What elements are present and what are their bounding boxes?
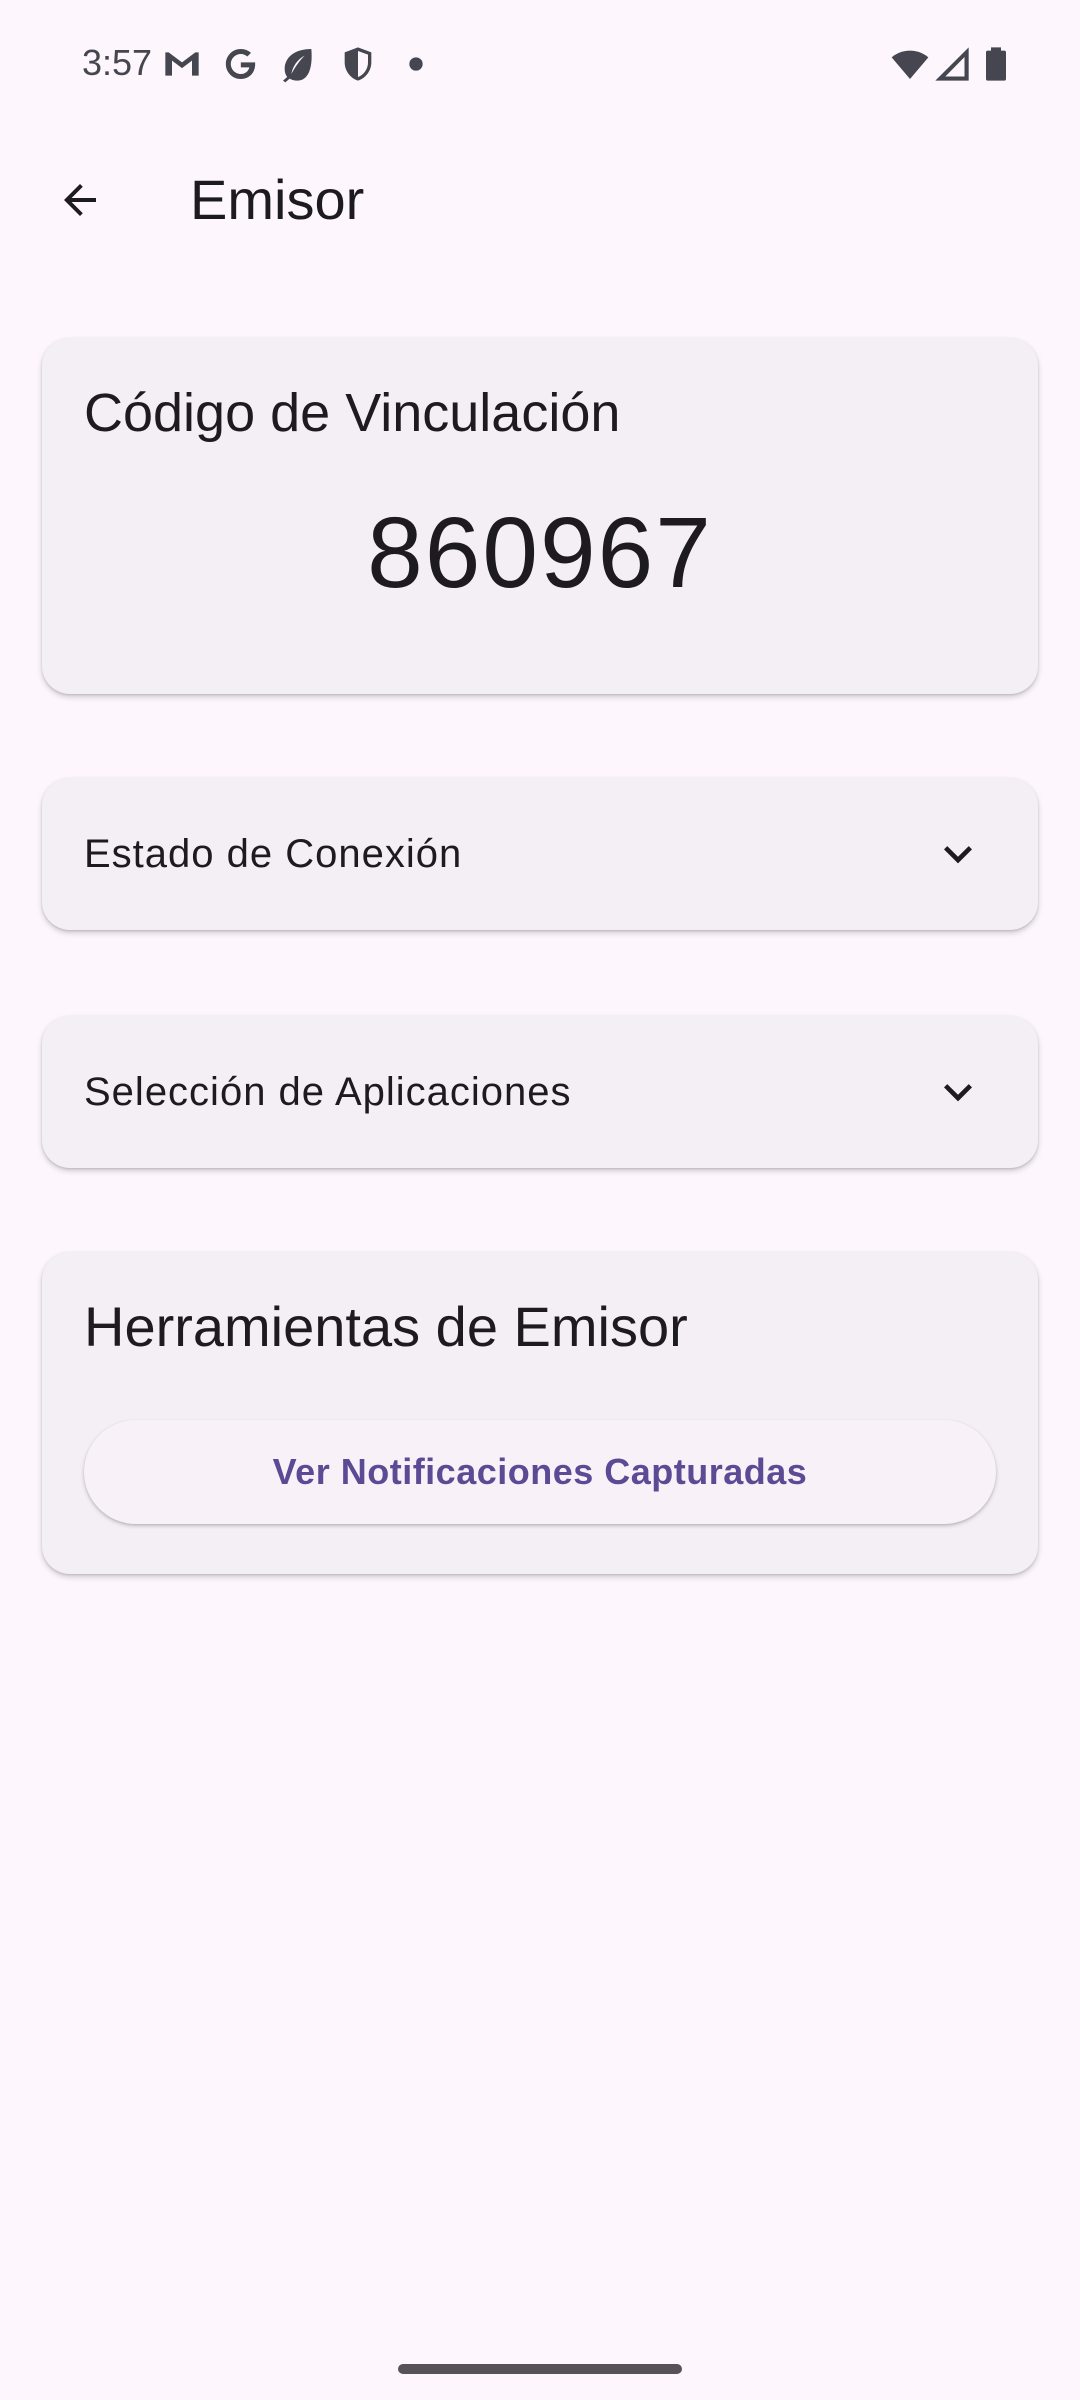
dot-icon — [396, 44, 436, 84]
arrow-back-icon — [64, 184, 96, 216]
chevron-down-icon — [930, 826, 986, 882]
gmail-icon — [162, 44, 202, 84]
google-icon — [220, 44, 260, 84]
link-code-card: Código de Vinculación 860967 — [42, 338, 1038, 694]
link-code-title: Código de Vinculación — [84, 383, 621, 443]
leaf-icon — [278, 44, 318, 84]
wifi-icon — [890, 44, 930, 84]
emitter-tools-card: Herramientas de Emisor Ver Notificacione… — [42, 1252, 1038, 1574]
connection-status-label: Estado de Conexión — [84, 832, 463, 876]
link-code-value: 860967 — [367, 497, 713, 609]
gesture-nav-bar[interactable] — [398, 2364, 682, 2374]
app-selection-expander[interactable]: Selección de Aplicaciones — [42, 1016, 1038, 1168]
status-time: 3:57 — [82, 42, 153, 83]
status-bar: 3:57 — [0, 0, 1080, 128]
page-title: Emisor — [190, 168, 365, 231]
chevron-down-icon — [930, 1064, 986, 1120]
connection-status-expander[interactable]: Estado de Conexión — [42, 778, 1038, 930]
battery-icon — [976, 44, 1016, 84]
view-captured-notifications-button[interactable]: Ver Notificaciones Capturadas — [84, 1420, 996, 1524]
shield-icon — [338, 44, 378, 84]
app-bar: Emisor — [0, 128, 1080, 272]
back-button[interactable] — [32, 152, 128, 248]
emitter-tools-title: Herramientas de Emisor — [84, 1295, 688, 1358]
cellular-signal-icon — [932, 44, 972, 84]
app-selection-label: Selección de Aplicaciones — [84, 1070, 572, 1114]
